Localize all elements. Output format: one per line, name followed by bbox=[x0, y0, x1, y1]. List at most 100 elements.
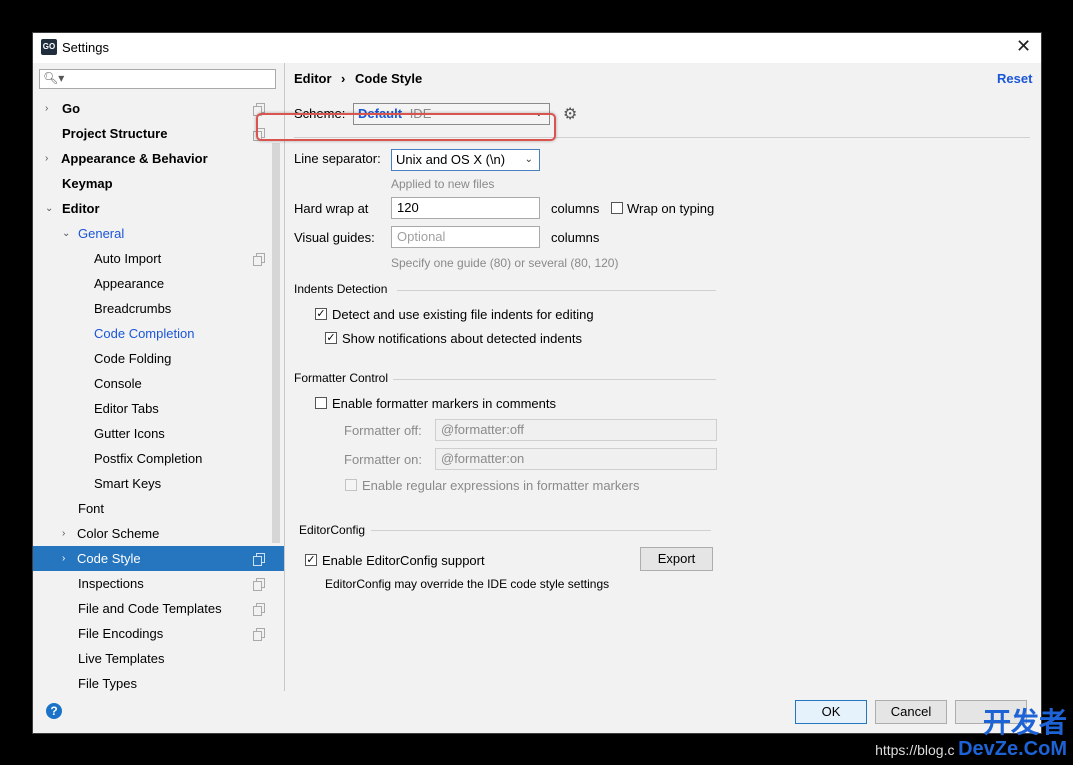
sidebar-item-label: Postfix Completion bbox=[94, 451, 203, 466]
ok-button[interactable]: OK bbox=[795, 700, 867, 724]
sidebar-scrollbar[interactable] bbox=[272, 143, 280, 543]
sidebar-item-postfix-completion[interactable]: Postfix Completion bbox=[33, 446, 276, 471]
indents-detection-title: Indents Detection bbox=[294, 282, 388, 296]
sidebar-item-file-encodings[interactable]: File Encodings bbox=[33, 621, 276, 646]
sidebar-item-gutter-icons[interactable]: Gutter Icons bbox=[33, 421, 276, 446]
visual-guides-input[interactable]: Optional bbox=[391, 226, 540, 248]
sidebar-item-label: File Types bbox=[78, 676, 138, 691]
wrap-on-typing-label: Wrap on typing bbox=[627, 201, 715, 216]
sidebar-item-appearance-behavior[interactable]: › Appearance & Behavior bbox=[33, 146, 276, 171]
search-icon: 🔍︎▾ bbox=[43, 71, 65, 85]
sidebar-item-editor[interactable]: ⌄ Editor bbox=[33, 196, 276, 221]
editorconfig-label: Enable EditorConfig support bbox=[322, 553, 485, 568]
sidebar-item-project-structure[interactable]: Project Structure bbox=[33, 121, 276, 146]
line-separator-dropdown[interactable]: Unix and OS X (\n) ⌄ bbox=[391, 149, 540, 171]
sidebar-item-file-types[interactable]: File Types bbox=[33, 671, 276, 691]
wrap-on-typing-checkbox[interactable] bbox=[611, 202, 623, 214]
sidebar-item-label: Font bbox=[78, 501, 105, 516]
sidebar-item-code-style[interactable]: › Code Style bbox=[33, 546, 284, 571]
formatter-on-label: Formatter on: bbox=[344, 452, 423, 467]
close-icon[interactable]: ✕ bbox=[1016, 36, 1031, 57]
project-scope-icon bbox=[253, 253, 265, 266]
chevron-right-icon[interactable]: › bbox=[62, 546, 65, 571]
reset-link[interactable]: Reset bbox=[997, 71, 1032, 86]
divider bbox=[397, 290, 716, 291]
goland-app-icon: GO bbox=[41, 39, 57, 55]
editorconfig-checkbox[interactable]: ✓ bbox=[305, 554, 317, 566]
formatter-markers-checkbox[interactable] bbox=[315, 397, 327, 409]
sidebar-item-file-code-templates[interactable]: File and Code Templates bbox=[33, 596, 276, 621]
chevron-right-icon[interactable]: › bbox=[62, 521, 65, 546]
hard-wrap-input[interactable]: 120 bbox=[391, 197, 540, 219]
hard-wrap-label: Hard wrap at bbox=[294, 201, 369, 216]
sidebar-item-label: General bbox=[78, 226, 125, 241]
sidebar-item-label: Project Structure bbox=[62, 126, 168, 141]
sidebar-item-label: Smart Keys bbox=[94, 476, 162, 491]
sidebar-item-label: File and Code Templates bbox=[78, 601, 222, 616]
breadcrumb-current: Code Style bbox=[355, 71, 423, 86]
sidebar-item-go[interactable]: › Go bbox=[33, 96, 276, 121]
sidebar-item-label: Code Folding bbox=[94, 351, 172, 366]
project-scope-icon bbox=[253, 553, 265, 566]
chevron-right-icon[interactable]: › bbox=[45, 96, 48, 121]
detect-indents-checkbox[interactable]: ✓ bbox=[315, 308, 327, 320]
line-separator-hint: Applied to new files bbox=[391, 177, 495, 191]
sidebar-item-label: Console bbox=[94, 376, 142, 391]
formatter-off-label: Formatter off: bbox=[344, 423, 422, 438]
sidebar-item-console[interactable]: Console bbox=[33, 371, 276, 396]
help-icon[interactable]: ? bbox=[46, 703, 62, 719]
chevron-down-icon: ⌄ bbox=[524, 154, 533, 165]
sidebar-item-label: Keymap bbox=[62, 176, 113, 191]
chevron-down-icon[interactable]: ⌄ bbox=[62, 221, 70, 246]
sidebar-item-label: Editor Tabs bbox=[94, 401, 159, 416]
formatter-on-input[interactable]: @formatter:on bbox=[435, 448, 717, 470]
window-title: Settings bbox=[62, 40, 109, 55]
sidebar-item-color-scheme[interactable]: › Color Scheme bbox=[33, 521, 276, 546]
settings-sidebar: 🔍︎▾ › Go Project Structure › Appearance … bbox=[33, 63, 285, 691]
code-style-panel: Editor › Code Style Reset Scheme: Defaul… bbox=[285, 63, 1041, 691]
regex-markers-label: Enable regular expressions in formatter … bbox=[362, 478, 640, 493]
line-separator-label: Line separator: bbox=[294, 151, 381, 166]
sidebar-item-label: Live Templates bbox=[78, 651, 165, 666]
show-notifications-checkbox[interactable]: ✓ bbox=[325, 332, 337, 344]
gear-icon[interactable]: ⚙ bbox=[563, 104, 577, 124]
search-input[interactable]: 🔍︎▾ bbox=[39, 69, 276, 89]
watermark-brand-en: DevZe.CoM bbox=[958, 738, 1067, 760]
sidebar-item-code-completion[interactable]: Code Completion bbox=[33, 321, 276, 346]
chevron-down-icon[interactable]: ⌄ bbox=[45, 196, 53, 221]
show-notifications-label: Show notifications about detected indent… bbox=[342, 331, 582, 346]
sidebar-item-keymap[interactable]: Keymap bbox=[33, 171, 276, 196]
sidebar-item-live-templates[interactable]: Live Templates bbox=[33, 646, 276, 671]
formatter-control-title: Formatter Control bbox=[294, 371, 389, 385]
project-scope-icon bbox=[253, 603, 265, 616]
visual-guides-label: Visual guides: bbox=[294, 230, 375, 245]
sidebar-item-appearance[interactable]: Appearance bbox=[33, 271, 276, 296]
sidebar-item-smart-keys[interactable]: Smart Keys bbox=[33, 471, 276, 496]
watermark-brand-cn: 开发者 bbox=[982, 707, 1067, 738]
sidebar-item-code-folding[interactable]: Code Folding bbox=[33, 346, 276, 371]
sidebar-item-inspections[interactable]: Inspections bbox=[33, 571, 276, 596]
visual-guides-unit: columns bbox=[551, 230, 600, 245]
title-bar: GO Settings ✕ bbox=[33, 33, 1041, 63]
formatter-off-input[interactable]: @formatter:off bbox=[435, 419, 717, 441]
sidebar-item-label: Code Completion bbox=[94, 326, 195, 341]
formatter-markers-label: Enable formatter markers in comments bbox=[332, 396, 556, 411]
sidebar-item-auto-import[interactable]: Auto Import bbox=[33, 246, 276, 271]
project-scope-icon bbox=[253, 578, 265, 591]
sidebar-item-general[interactable]: ⌄ General bbox=[33, 221, 276, 246]
divider bbox=[371, 530, 711, 531]
project-scope-icon bbox=[253, 103, 265, 116]
breadcrumb-parent[interactable]: Editor bbox=[294, 71, 332, 86]
sidebar-item-label: Breadcrumbs bbox=[94, 301, 172, 316]
chevron-right-icon[interactable]: › bbox=[45, 146, 48, 171]
sidebar-item-label: Go bbox=[62, 101, 81, 116]
sidebar-item-breadcrumbs[interactable]: Breadcrumbs bbox=[33, 296, 276, 321]
regex-markers-checkbox[interactable] bbox=[345, 479, 357, 491]
line-separator-highlight bbox=[256, 113, 556, 141]
sidebar-item-editor-tabs[interactable]: Editor Tabs bbox=[33, 396, 276, 421]
watermark-url: https://blog.c bbox=[875, 742, 955, 758]
sidebar-item-label: Editor bbox=[62, 201, 100, 216]
sidebar-item-label: Appearance & Behavior bbox=[61, 151, 208, 166]
sidebar-item-font[interactable]: Font bbox=[33, 496, 276, 521]
export-button[interactable]: Export bbox=[640, 547, 713, 571]
